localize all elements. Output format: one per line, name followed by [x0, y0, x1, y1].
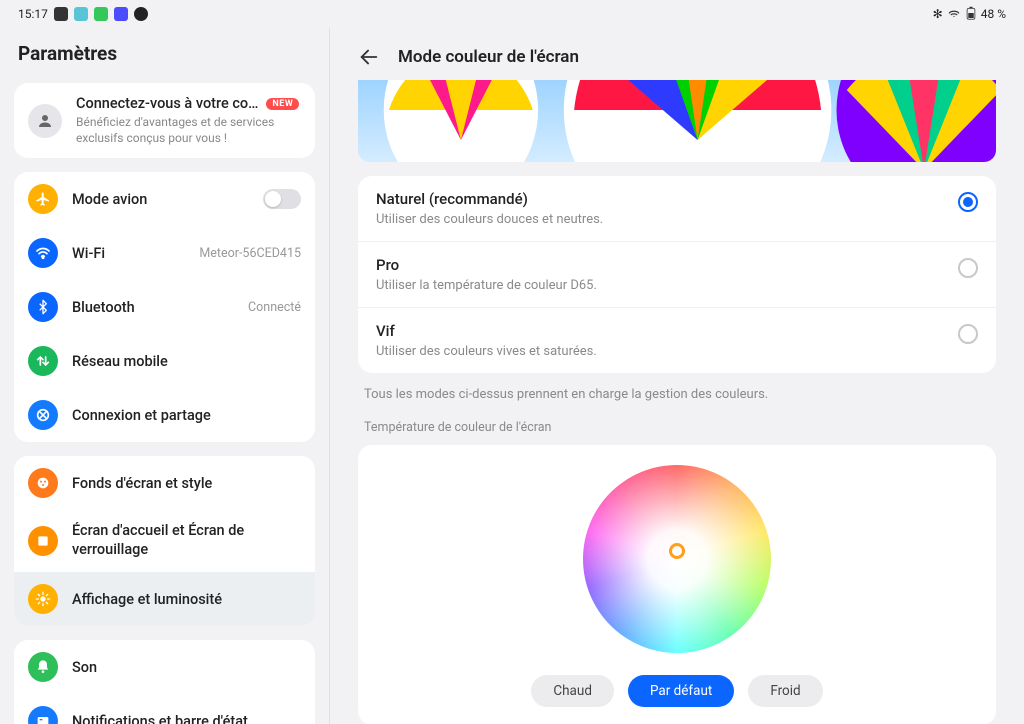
sidebar-title: Paramètres: [18, 42, 311, 65]
mobile-label: Réseau mobile: [72, 353, 301, 370]
shield-status-icon: [134, 7, 148, 21]
mobile-icon: [28, 346, 58, 376]
display-card: Fonds d'écran et style Écran d'accueil e…: [14, 456, 315, 626]
wallpaper-label: Fonds d'écran et style: [72, 475, 301, 492]
share-row[interactable]: Connexion et partage: [14, 388, 315, 442]
brightness-icon: [28, 584, 58, 614]
sound-icon: [28, 652, 58, 682]
notif-row[interactable]: Notifications et barre d'état: [14, 694, 315, 724]
homescreen-row[interactable]: Écran d'accueil et Écran de verrouillage: [14, 510, 315, 572]
color-temperature-panel: Chaud Par défaut Froid: [358, 445, 996, 724]
wallpaper-row[interactable]: Fonds d'écran et style: [14, 456, 315, 510]
airplane-icon: [28, 184, 58, 214]
share-icon: [28, 400, 58, 430]
display-label: Affichage et luminosité: [72, 591, 301, 608]
display-row[interactable]: Affichage et luminosité: [14, 572, 315, 626]
color-wheel-handle[interactable]: [669, 543, 685, 559]
temperature-presets: Chaud Par défaut Froid: [531, 675, 822, 707]
airplane-label: Mode avion: [72, 191, 249, 208]
color-modes-card: Naturel (recommandé) Utiliser des couleu…: [358, 176, 996, 373]
homescreen-label: Écran d'accueil et Écran de verrouillage: [72, 522, 301, 560]
bluetooth-row[interactable]: Bluetooth Connecté: [14, 280, 315, 334]
wifi-row[interactable]: Wi-Fi Meteor-56CED415: [14, 226, 315, 280]
mode-sub: Utiliser des couleurs douces et neutres.: [376, 212, 944, 227]
mode-natural[interactable]: Naturel (recommandé) Utiliser des couleu…: [358, 176, 996, 242]
status-right: ✻ 48 %: [933, 6, 1006, 23]
battery-percent: 48 %: [981, 7, 1006, 21]
main-panel: Mode couleur de l'écran Naturel (recomma…: [330, 28, 1024, 724]
pill-warm[interactable]: Chaud: [531, 675, 614, 707]
account-row[interactable]: Connectez-vous à votre co… NEW Bénéficie…: [14, 83, 315, 158]
main-header: Mode couleur de l'écran: [330, 28, 1024, 80]
wifi-value: Meteor-56CED415: [199, 246, 301, 261]
bluetooth-status-icon: ✻: [933, 7, 943, 21]
temperature-label: Température de couleur de l'écran: [358, 420, 996, 445]
homescreen-icon: [28, 526, 58, 556]
sound-row[interactable]: Son: [14, 640, 315, 694]
app-status-icon-2: [94, 7, 108, 21]
airplane-row[interactable]: Mode avion: [14, 172, 315, 226]
color-wheel[interactable]: [583, 465, 771, 653]
avatar-icon: [28, 104, 62, 138]
bluetooth-icon: [28, 292, 58, 322]
wallpaper-icon: [28, 468, 58, 498]
pill-cold[interactable]: Froid: [748, 675, 822, 707]
modes-note: Tous les modes ci-dessus prennent en cha…: [358, 373, 996, 420]
radio-natural[interactable]: [958, 192, 978, 212]
wifi-label: Wi-Fi: [72, 245, 185, 262]
status-time: 15:17: [18, 7, 48, 21]
notif-label: Notifications et barre d'état: [72, 713, 301, 724]
airplane-toggle[interactable]: [263, 189, 301, 209]
account-sub: Bénéficiez d'avantages et de services ex…: [76, 114, 301, 146]
wifi-status-icon: [947, 6, 961, 23]
mode-vivid[interactable]: Vif Utiliser des couleurs vives et satur…: [358, 308, 996, 373]
app-status-icon-3: [114, 7, 128, 21]
back-arrow-icon[interactable]: [358, 46, 380, 68]
settings-status-icon: [54, 7, 68, 21]
bluetooth-value: Connecté: [248, 300, 301, 315]
mode-title: Pro: [376, 256, 944, 274]
radio-vivid[interactable]: [958, 324, 978, 344]
radio-pro[interactable]: [958, 258, 978, 278]
account-card: Connectez-vous à votre co… NEW Bénéficie…: [14, 83, 315, 158]
account-title: Connectez-vous à votre co…: [76, 95, 258, 112]
bluetooth-label: Bluetooth: [72, 299, 234, 316]
share-label: Connexion et partage: [72, 407, 301, 424]
pill-default[interactable]: Par défaut: [628, 675, 734, 707]
sound-label: Son: [72, 659, 301, 676]
status-bar: 15:17 ✻ 48 %: [0, 0, 1024, 28]
connectivity-card: Mode avion Wi-Fi Meteor-56CED415 Bluetoo…: [14, 172, 315, 442]
mode-title: Vif: [376, 322, 944, 340]
status-left: 15:17: [18, 7, 148, 21]
app-status-icon-1: [74, 7, 88, 21]
main-title: Mode couleur de l'écran: [398, 47, 579, 67]
sound-card: Son Notifications et barre d'état: [14, 640, 315, 724]
mode-sub: Utiliser des couleurs vives et saturées.: [376, 344, 944, 359]
sidebar: Paramètres Connectez-vous à votre co… NE…: [0, 28, 330, 724]
mode-title: Naturel (recommandé): [376, 190, 944, 208]
mobile-row[interactable]: Réseau mobile: [14, 334, 315, 388]
mode-pro[interactable]: Pro Utiliser la température de couleur D…: [358, 242, 996, 308]
battery-icon: [965, 6, 977, 23]
notif-icon: [28, 706, 58, 724]
wifi-icon: [28, 238, 58, 268]
mode-sub: Utiliser la température de couleur D65.: [376, 278, 944, 293]
new-badge: NEW: [266, 98, 299, 110]
hero-image: [358, 80, 996, 162]
